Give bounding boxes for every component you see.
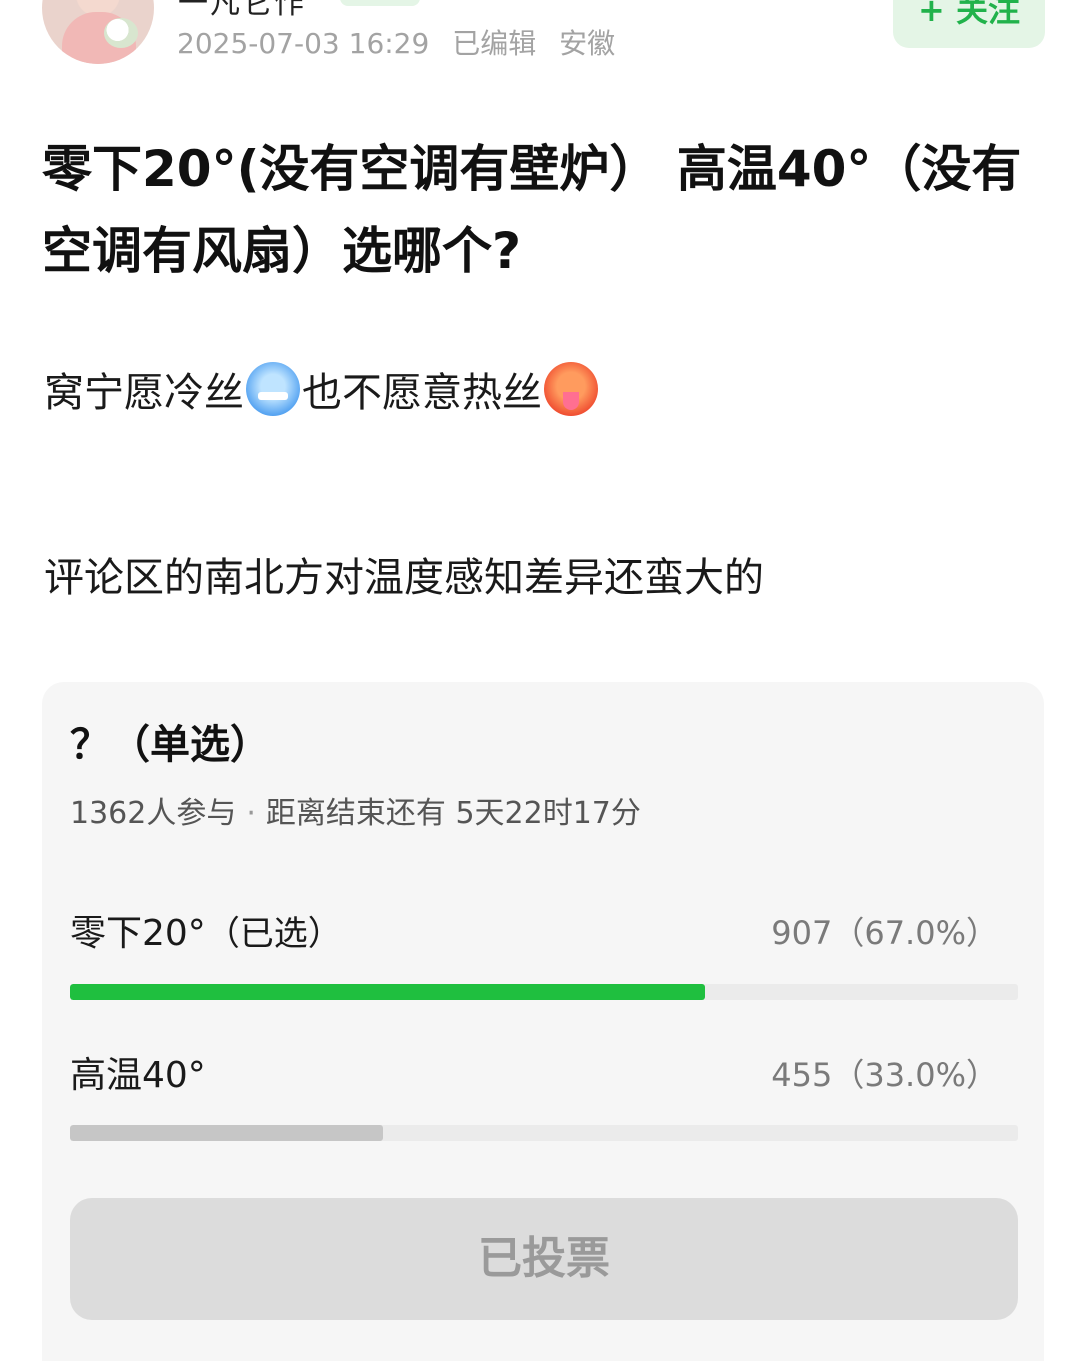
poll-option-1-count: 907（67.0%） bbox=[771, 914, 998, 952]
poll-card: ？（单选） 1362人参与 · 距离结束还有 5天22时17分 零下20°（已选） … bbox=[42, 682, 1044, 1361]
cold-face-emoji-icon bbox=[246, 362, 300, 416]
follow-button[interactable]: + 关注 bbox=[893, 0, 1045, 48]
poll-option-1-bar bbox=[70, 984, 1018, 1000]
author-badge bbox=[340, 0, 420, 6]
avatar-flowers bbox=[104, 18, 138, 48]
poll-info-separator: · bbox=[246, 796, 256, 831]
paragraph-1-text-a: 窝宁愿冷丝 bbox=[44, 370, 244, 416]
post-header: 一凡它作 2025-07-03 16:29 已编辑 安徽 + 关注 bbox=[0, 0, 1080, 80]
avatar[interactable] bbox=[42, 0, 154, 64]
post-date: 2025-07-03 16:29 bbox=[177, 27, 430, 60]
post-paragraph-1: 窝宁愿冷丝 也不愿意热丝 bbox=[44, 360, 600, 418]
location-label: 安徽 bbox=[559, 27, 616, 60]
poll-option-1-label[interactable]: 零下20°（已选） bbox=[70, 904, 342, 956]
post-meta: 2025-07-03 16:29 已编辑 安徽 bbox=[177, 22, 629, 62]
post-page: 一凡它作 2025-07-03 16:29 已编辑 安徽 + 关注 零下20°(… bbox=[0, 0, 1080, 1361]
edited-label: 已编辑 bbox=[452, 27, 537, 60]
poll-option-2-text: 高温40° bbox=[70, 1055, 206, 1096]
poll-participants: 1362人参与 bbox=[70, 796, 237, 831]
poll-option-2-bar bbox=[70, 1125, 1018, 1141]
poll-option-2-label[interactable]: 高温40° bbox=[70, 1046, 206, 1098]
poll-option-1-selected-tag: （已选） bbox=[205, 914, 342, 954]
poll-remaining-time: 距离结束还有 5天22时17分 bbox=[265, 796, 641, 831]
poll-title: ？（单选） bbox=[70, 722, 270, 768]
poll-option-2-bar-fill bbox=[70, 1125, 383, 1141]
poll-option-1-text: 零下20° bbox=[70, 913, 206, 954]
author-name[interactable]: 一凡它作 bbox=[178, 0, 306, 22]
poll-option-1-bar-fill bbox=[70, 984, 706, 1000]
post-paragraph-2: 评论区的南北方对温度感知差异还蛮大的 bbox=[44, 555, 764, 601]
paragraph-1-text-b: 也不愿意热丝 bbox=[302, 370, 542, 416]
voted-button[interactable]: 已投票 bbox=[70, 1198, 1018, 1320]
post-title: 零下20°(没有空调有壁炉） 高温40°（没有空调有风扇）选哪个? bbox=[42, 140, 1022, 280]
hot-face-emoji-icon bbox=[544, 362, 598, 416]
poll-info: 1362人参与 · 距离结束还有 5天22时17分 bbox=[70, 788, 641, 832]
poll-option-2-count: 455（33.0%） bbox=[771, 1056, 998, 1094]
